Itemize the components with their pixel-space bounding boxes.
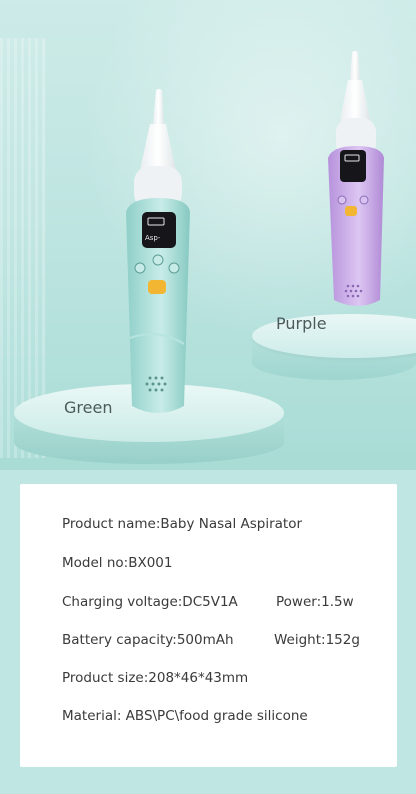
weight-text: Weight:152g <box>274 632 360 648</box>
product-size-text: Product size:208*46*43mm <box>62 670 249 686</box>
product-name-text: Product name:Baby Nasal Aspirator <box>62 516 303 532</box>
material-text: Material: ABS\PC\food grade silicone <box>62 708 308 724</box>
battery-capacity-text: Battery capacity:500mAh <box>62 632 234 648</box>
spec-card: Product name:Baby Nasal Aspirator Model … <box>20 484 397 767</box>
device-screen-text: Asp- <box>145 234 161 242</box>
green-variant-label: Green <box>64 398 113 417</box>
purple-variant-label: Purple <box>276 314 327 333</box>
model-number-text: Model no:BX001 <box>62 555 173 571</box>
purple-aspirator-image <box>328 51 384 306</box>
power-text: Power:1.5w <box>276 594 354 610</box>
charging-voltage-text: Charging voltage:DC5V1A <box>62 594 238 610</box>
green-aspirator-image: Asp- <box>126 89 190 413</box>
product-scene: Asp- Green Purple <box>0 0 416 470</box>
